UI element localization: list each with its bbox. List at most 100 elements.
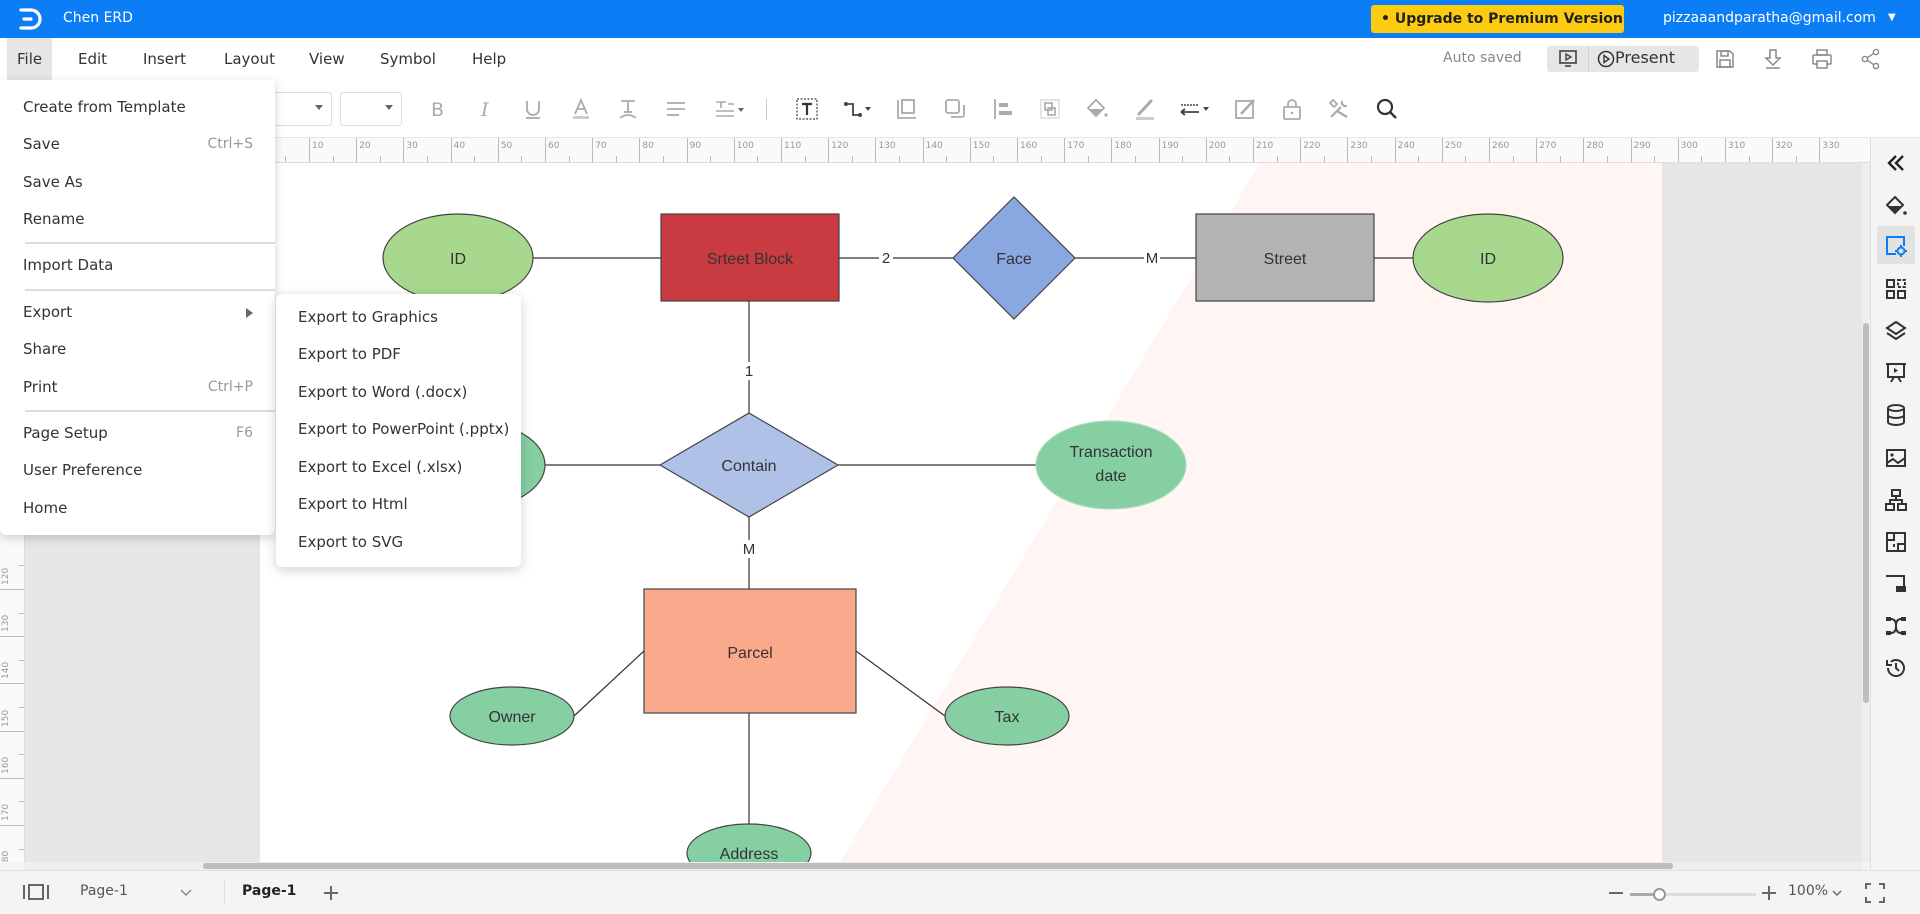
attribute-id-right[interactable]: ID	[1412, 213, 1564, 303]
menu-file[interactable]: File	[7, 38, 53, 80]
arrange-icon[interactable]	[943, 97, 967, 121]
connector-parcel-tax[interactable]	[855, 650, 946, 717]
group-icon[interactable]	[1038, 97, 1062, 121]
lock-icon[interactable]	[1280, 97, 1304, 121]
line-style-icon[interactable]	[1178, 97, 1212, 121]
zoom-in-icon[interactable]	[1760, 884, 1778, 902]
add-page-icon[interactable]	[322, 884, 340, 902]
export-to-html[interactable]: Export to Html	[276, 486, 521, 522]
slideshow-button[interactable]	[1547, 46, 1589, 72]
document-title[interactable]: Chen ERD	[63, 10, 133, 26]
app-logo-icon[interactable]	[18, 7, 44, 31]
download-icon[interactable]	[1762, 48, 1784, 70]
presentation-icon[interactable]	[1884, 361, 1908, 385]
menu-item-share[interactable]: Share	[0, 331, 275, 367]
cardinality-label[interactable]: 2	[882, 250, 890, 267]
text-style-icon[interactable]	[616, 97, 640, 121]
vertical-scrollbar[interactable]	[1862, 163, 1870, 862]
org-chart-icon[interactable]	[1884, 488, 1908, 512]
share-icon[interactable]	[1860, 48, 1882, 70]
zoom-out-icon[interactable]	[1608, 887, 1624, 899]
export-to-word[interactable]: Export to Word (.docx)	[276, 374, 521, 410]
entity-parcel[interactable]: Parcel	[643, 588, 857, 714]
horizontal-scroll-thumb[interactable]	[203, 863, 1673, 869]
line-spacing-icon[interactable]	[713, 97, 747, 121]
menu-item-export[interactable]: Export	[0, 294, 275, 330]
zoom-slider-handle[interactable]	[1652, 888, 1666, 901]
export-to-powerpoint[interactable]: Export to PowerPoint (.pptx)	[276, 411, 521, 447]
zoom-slider[interactable]	[1630, 888, 1756, 901]
menu-edit[interactable]: Edit	[68, 38, 117, 80]
collapse-panel-icon[interactable]	[1884, 151, 1908, 175]
print-icon[interactable]	[1811, 48, 1833, 70]
floor-plan-icon[interactable]	[1884, 530, 1908, 554]
menu-item-rename[interactable]: Rename	[0, 201, 275, 237]
menu-item-import-data[interactable]: Import Data	[0, 247, 275, 283]
present-button[interactable]: Present	[1589, 46, 1699, 72]
export-to-graphics[interactable]: Export to Graphics	[276, 299, 521, 335]
vertical-scroll-thumb[interactable]	[1863, 323, 1869, 703]
fullscreen-icon[interactable]	[1864, 882, 1886, 904]
text-box-icon[interactable]	[795, 97, 819, 121]
export-to-svg[interactable]: Export to SVG	[276, 524, 521, 560]
attribute-transaction-date[interactable]: Transaction date	[1035, 420, 1187, 510]
mind-map-icon[interactable]	[1884, 614, 1908, 638]
menu-item-user-preference[interactable]: User Preference	[0, 452, 275, 488]
export-to-pdf[interactable]: Export to PDF	[276, 336, 521, 372]
menu-view[interactable]: View	[299, 38, 355, 80]
menu-item-create-from-template[interactable]: Create from Template	[0, 89, 275, 125]
user-account-email[interactable]: pizzaaandparatha@gmail.com	[1663, 10, 1876, 26]
data-icon[interactable]	[1884, 403, 1908, 427]
page-tab[interactable]: Page-1	[242, 883, 296, 899]
upgrade-premium-button[interactable]: • Upgrade to Premium Version	[1371, 5, 1624, 33]
relationship-face[interactable]: Face	[952, 196, 1076, 320]
menu-layout[interactable]: Layout	[214, 38, 285, 80]
bold-icon[interactable]: B	[426, 97, 450, 121]
menu-symbol[interactable]: Symbol	[370, 38, 446, 80]
italic-icon[interactable]: I	[474, 97, 498, 121]
history-icon[interactable]	[1884, 656, 1908, 680]
export-to-excel[interactable]: Export to Excel (.xlsx)	[276, 449, 521, 485]
attribute-tax[interactable]: Tax	[944, 686, 1070, 746]
relationship-contain[interactable]: Contain	[658, 412, 840, 518]
page-navigator-icon[interactable]	[22, 883, 50, 901]
edit-image-icon[interactable]	[1233, 97, 1257, 121]
underline-icon[interactable]	[521, 97, 545, 121]
layers-icon[interactable]	[1884, 319, 1908, 343]
account-dropdown-icon[interactable]: ▼	[1888, 12, 1896, 23]
shape-settings-icon[interactable]	[1884, 234, 1908, 258]
menu-item-page-setup[interactable]: Page Setup F6	[0, 415, 275, 451]
menu-help[interactable]: Help	[462, 38, 516, 80]
attribute-id-left[interactable]: ID	[382, 213, 534, 303]
tools-icon[interactable]	[1327, 97, 1351, 121]
container-icon[interactable]	[895, 97, 919, 121]
align-icon[interactable]	[664, 97, 688, 121]
entity-street[interactable]: Street	[1195, 213, 1375, 302]
menu-insert[interactable]: Insert	[133, 38, 196, 80]
menu-item-print[interactable]: Print Ctrl+P	[0, 369, 275, 405]
image-icon[interactable]	[1884, 446, 1908, 470]
symbol-library-icon[interactable]	[1884, 277, 1908, 301]
line-color-icon[interactable]	[1133, 97, 1157, 121]
cardinality-label[interactable]: M	[743, 541, 756, 558]
horizontal-scrollbar[interactable]	[25, 862, 1862, 870]
attribute-address[interactable]: Address	[686, 823, 812, 862]
save-icon[interactable]	[1714, 48, 1736, 70]
page-select[interactable]: Page-1	[70, 871, 200, 914]
connector-parcel-owner[interactable]	[573, 650, 645, 717]
cardinality-label[interactable]: 1	[745, 363, 753, 380]
zoom-level-select[interactable]: 100%	[1788, 871, 1844, 914]
attribute-owner[interactable]: Owner	[449, 686, 575, 746]
align-shapes-icon[interactable]	[991, 97, 1015, 121]
connector-icon[interactable]	[843, 97, 875, 121]
font-color-icon[interactable]	[569, 97, 593, 121]
connector-style-icon[interactable]	[1884, 572, 1908, 596]
fill-color-icon[interactable]	[1085, 97, 1109, 121]
search-icon[interactable]	[1375, 97, 1399, 121]
font-size-select[interactable]	[340, 92, 402, 126]
cardinality-label[interactable]: M	[1146, 250, 1159, 267]
entity-street-block[interactable]: Srteet Block	[660, 213, 840, 302]
fill-style-icon[interactable]	[1884, 194, 1908, 218]
menu-item-save-as[interactable]: Save As	[0, 164, 275, 200]
menu-item-save[interactable]: Save Ctrl+S	[0, 126, 275, 162]
